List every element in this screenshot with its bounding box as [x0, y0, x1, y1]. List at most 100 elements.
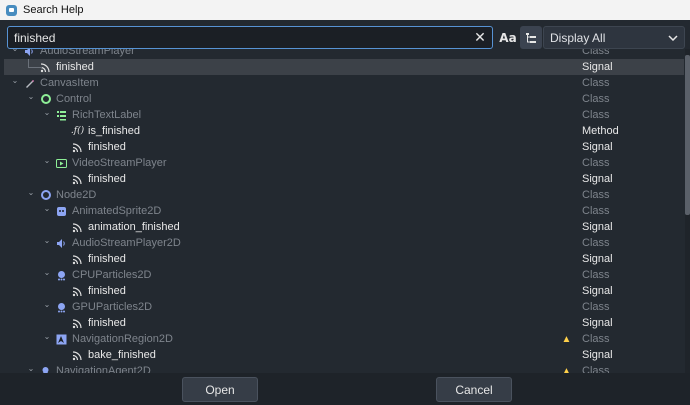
tree-item-label: NavigationAgent2D [56, 365, 151, 373]
open-button[interactable]: Open [182, 377, 258, 402]
tree-item-label: GPUParticles2D [72, 301, 153, 313]
tree-item-kind: Class [582, 93, 610, 105]
tree-item-label: Node2D [56, 189, 97, 201]
hierarchy-icon [526, 32, 536, 43]
tree-item-label: VideoStreamPlayer [72, 157, 167, 169]
tree-item-label: finished [88, 173, 126, 185]
tree-item-kind: Class [582, 205, 610, 217]
case-sensitive-icon: Aa [499, 30, 517, 45]
tree-member-row[interactable]: finished Signal [4, 283, 684, 299]
tree-item-kind: Class [582, 77, 610, 89]
chevron-down-icon[interactable]: ⌄ [42, 268, 52, 277]
tree-class-row[interactable]: ⌄ AudioStreamPlayer2D Class [4, 235, 684, 251]
tree-item-label: CPUParticles2D [72, 269, 152, 281]
tree-class-row[interactable]: ⌄ VideoStreamPlayer Class [4, 155, 684, 171]
tree-item-kind: Signal [582, 173, 613, 185]
tree-item-label: NavigationRegion2D [72, 333, 173, 345]
chevron-down-icon[interactable]: ⌄ [26, 364, 36, 373]
tree-class-row[interactable]: ⌄ AnimatedSprite2D Class [4, 203, 684, 219]
warning-icon: ▲ [561, 365, 572, 374]
tree-item-label: AudioStreamPlayer [40, 49, 135, 57]
cancel-button[interactable]: Cancel [436, 377, 512, 402]
tree-member-row[interactable]: finished Signal [4, 171, 684, 187]
tree-item-kind: Class [582, 49, 610, 57]
signal-icon [72, 254, 83, 265]
chevron-down-icon[interactable]: ⌄ [42, 108, 52, 117]
search-input[interactable] [8, 27, 470, 48]
signal-icon [72, 286, 83, 297]
tree-item-kind: Class [582, 157, 610, 169]
chevron-down-icon[interactable]: ⌄ [42, 236, 52, 245]
tree-item-kind: Signal [582, 317, 613, 329]
tree-item-label: AnimatedSprite2D [72, 205, 162, 217]
signal-icon [72, 350, 83, 361]
navregion-icon [56, 334, 67, 345]
tree-item-label: finished [56, 61, 94, 73]
tree-connector-line [28, 59, 42, 68]
tree-item-label: CanvasItem [40, 77, 99, 89]
chevron-down-icon[interactable]: ⌄ [10, 49, 20, 53]
display-mode-select[interactable]: Display All [543, 26, 685, 49]
particles-icon [56, 270, 67, 281]
window-titlebar: Search Help [0, 0, 690, 20]
tree-member-row[interactable]: finished Signal [4, 315, 684, 331]
chevron-down-icon [668, 34, 678, 41]
tree-item-kind: Signal [582, 349, 613, 361]
close-icon[interactable]: ✕ [470, 28, 490, 48]
video-icon [56, 158, 67, 169]
signal-icon [72, 174, 83, 185]
case-sensitive-button[interactable]: Aa [497, 26, 519, 49]
tree-class-row[interactable]: ⌄ RichTextLabel Class [4, 107, 684, 123]
tree-item-kind: Signal [582, 253, 613, 265]
control-icon [40, 94, 51, 105]
tree-member-row[interactable]: bake_finished Signal [4, 347, 684, 363]
warning-icon: ▲ [561, 333, 572, 345]
chevron-down-icon[interactable]: ⌄ [42, 332, 52, 341]
tree-class-row[interactable]: ⌄ Node2D Class [4, 187, 684, 203]
sprite-icon [56, 206, 67, 217]
tree-class-row[interactable]: ⌄ CanvasItem Class [4, 75, 684, 91]
tree-member-row[interactable]: animation_finished Signal [4, 219, 684, 235]
tree-item-kind: Class [582, 189, 610, 201]
richtext-icon [56, 110, 67, 121]
tree-member-row[interactable]: .f() is_finished Method [4, 123, 684, 139]
tree-class-row[interactable]: ⌄ CPUParticles2D Class [4, 267, 684, 283]
signal-icon [72, 318, 83, 329]
chevron-down-icon[interactable]: ⌄ [42, 204, 52, 213]
tree-item-label: animation_finished [88, 221, 180, 233]
audio-icon [24, 49, 35, 57]
tree-item-label: AudioStreamPlayer2D [72, 237, 181, 249]
tree-class-row[interactable]: ⌄ GPUParticles2D Class [4, 299, 684, 315]
results-scrollbar[interactable] [685, 49, 690, 373]
tree-member-row[interactable]: finished Signal [4, 59, 684, 75]
tree-class-row[interactable]: ⌄ NavigationAgent2D ▲ Class [4, 363, 684, 373]
chevron-down-icon[interactable]: ⌄ [26, 188, 36, 197]
tree-item-kind: Signal [582, 285, 613, 297]
tree-item-label: RichTextLabel [72, 109, 142, 121]
tree-item-kind: Class [582, 333, 610, 345]
tree-class-row[interactable]: ⌄ AudioStreamPlayer Class [4, 49, 684, 59]
chevron-down-icon[interactable]: ⌄ [26, 92, 36, 101]
scrollbar-thumb[interactable] [685, 55, 690, 215]
method-icon: .f() [70, 126, 85, 136]
tree-item-kind: Class [582, 109, 610, 121]
tree-item-kind: Class [582, 301, 610, 313]
chevron-down-icon[interactable]: ⌄ [42, 300, 52, 309]
node2d-icon [40, 190, 51, 201]
chevron-down-icon[interactable]: ⌄ [10, 76, 20, 85]
tree-member-row[interactable]: finished Signal [4, 139, 684, 155]
tree-item-label: Control [56, 93, 92, 105]
tree-item-kind: Class [582, 237, 610, 249]
tree-class-row[interactable]: ⌄ Control Class [4, 91, 684, 107]
chevron-down-icon[interactable]: ⌄ [42, 156, 52, 165]
signal-icon [72, 222, 83, 233]
navagent-icon [40, 366, 51, 373]
tree-item-kind: Method [582, 125, 619, 137]
hierarchy-toggle-button[interactable] [520, 26, 542, 49]
tree-member-row[interactable]: finished Signal [4, 251, 684, 267]
results-tree[interactable]: ⌄ AudioStreamPlayer Class finished Signal ⌄ Ca… [4, 49, 684, 373]
search-field[interactable]: ✕ [7, 26, 493, 49]
tree-item-label: bake_finished [88, 349, 156, 361]
tree-item-label: is_finished [88, 125, 140, 137]
tree-class-row[interactable]: ⌄ NavigationRegion2D ▲ Class [4, 331, 684, 347]
